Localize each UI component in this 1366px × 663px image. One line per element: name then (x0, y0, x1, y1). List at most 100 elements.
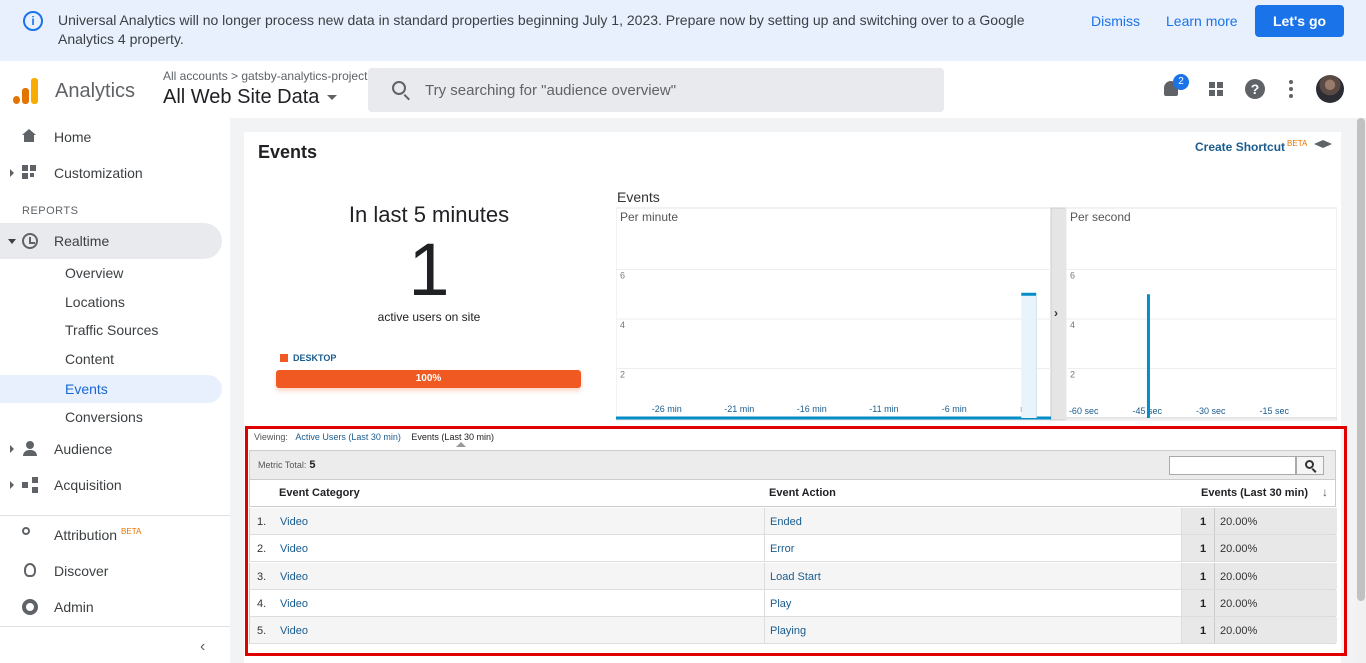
cell-divider (764, 617, 765, 644)
sidebar-divider (0, 626, 230, 627)
create-shortcut-button[interactable]: Create Shortcut BETA (1195, 139, 1307, 154)
sidebar-subitem-label: Locations (65, 294, 125, 310)
sidebar-item-audience[interactable]: Audience (0, 431, 222, 467)
event-percent: 20.00% (1220, 625, 1258, 638)
y-tick-label: 4 (1070, 320, 1075, 330)
expand-chevron-icon: › (1054, 306, 1058, 320)
table-search-input[interactable] (1169, 456, 1296, 475)
sidebar-subitem-events[interactable]: Events (0, 375, 222, 403)
view-events-current: Events (Last 30 min) (411, 432, 494, 442)
acquisition-icon (22, 477, 38, 493)
caret-up-icon (456, 442, 466, 447)
x-tick-label: -60 sec (1069, 406, 1099, 416)
table-row: 5. Video Playing 1 20.00% (249, 617, 1337, 645)
sidebar-item-label: Discover (54, 563, 109, 579)
property-name: All Web Site Data (163, 86, 320, 108)
top-header: Analytics All accounts > gatsby-analytic… (0, 61, 1366, 118)
events-charts: › Per minute 2 4 6 -26 min -21 min -16 min -11 m… (616, 207, 1337, 421)
cell-divider (1214, 535, 1215, 562)
cell-divider (764, 589, 765, 616)
event-percent: 20.00% (1220, 597, 1258, 610)
metric-total: Metric Total: 5 (258, 459, 315, 471)
event-action-link[interactable]: Ended (770, 516, 802, 528)
apps-grid-icon[interactable] (1204, 77, 1228, 101)
cell-divider (1214, 562, 1215, 589)
help-button[interactable]: ? (1243, 77, 1267, 101)
event-count: 1 (1200, 570, 1207, 583)
notifications-button[interactable]: 2 (1160, 74, 1189, 101)
column-header-events[interactable]: Events (Last 30 min) (1201, 487, 1308, 499)
event-action-link[interactable]: Error (770, 543, 794, 555)
column-header-event-action[interactable]: Event Action (769, 487, 836, 499)
row-number: 5. (257, 625, 267, 638)
row-number: 2. (257, 543, 267, 556)
event-count: 1 (1200, 625, 1207, 638)
clock-icon (22, 233, 38, 249)
view-active-users-link[interactable]: Active Users (Last 30 min) (295, 432, 401, 442)
sidebar-item-label: Audience (54, 441, 113, 457)
sidebar-subitem-label: Traffic Sources (65, 322, 159, 338)
search-bar[interactable] (368, 68, 944, 112)
metric-total-label: Metric Total: (258, 460, 307, 470)
sidebar-item-home[interactable]: Home (0, 119, 222, 155)
sort-arrow-icon[interactable]: ↓ (1322, 485, 1328, 499)
account-breadcrumb[interactable]: All accounts > gatsby-analytics-project (163, 69, 367, 83)
sidebar-item-acquisition[interactable]: Acquisition (0, 467, 222, 503)
y-tick-label: 4 (620, 320, 625, 330)
sidebar-item-discover[interactable]: Discover (0, 553, 222, 589)
sidebar-item-admin[interactable]: Admin (0, 589, 222, 625)
learn-more-link[interactable]: Learn more (1166, 13, 1238, 29)
home-icon (22, 129, 36, 142)
event-action-link[interactable]: Playing (770, 625, 806, 637)
event-category-link[interactable]: Video (280, 571, 308, 583)
dismiss-button[interactable]: Dismiss (1091, 13, 1140, 29)
property-selector[interactable]: All Web Site Data (163, 86, 338, 109)
sidebar-item-customization[interactable]: Customization (0, 155, 222, 191)
x-tick-label: -6 min (942, 404, 967, 414)
avatar[interactable] (1316, 75, 1344, 103)
x-tick-label: -15 sec (1259, 406, 1289, 416)
table-search-button[interactable] (1296, 456, 1324, 475)
sidebar-subitem-locations[interactable]: Locations (0, 288, 222, 316)
x-tick-label: -30 sec (1196, 406, 1226, 416)
sidebar-divider (0, 515, 230, 516)
sidebar-item-label: Customization (54, 165, 143, 181)
x-tick-label: -16 min (797, 404, 827, 414)
sidebar-subitem-overview[interactable]: Overview (0, 259, 222, 287)
sidebar-subitem-traffic-sources[interactable]: Traffic Sources (0, 316, 222, 344)
beta-badge: BETA (1287, 139, 1308, 148)
event-category-link[interactable]: Video (280, 516, 308, 528)
expand-arrow-icon (10, 169, 14, 177)
event-category-link[interactable]: Video (280, 543, 308, 555)
page-title: Events (258, 142, 318, 162)
column-header-event-category[interactable]: Event Category (279, 487, 360, 499)
event-category-link[interactable]: Video (280, 598, 308, 610)
scrollbar-thumb[interactable] (1357, 118, 1365, 601)
x-tick-label: -11 min (869, 404, 898, 414)
page-scrollbar[interactable] (1356, 118, 1366, 663)
analytics-logo-icon[interactable] (13, 78, 39, 104)
cell-divider (1214, 589, 1215, 616)
more-options-icon[interactable] (1281, 77, 1305, 101)
sidebar: Home Customization REPORTS Realtime Over… (0, 118, 230, 663)
desktop-swatch (280, 354, 288, 362)
sidebar-item-realtime[interactable]: Realtime (0, 223, 222, 259)
chart-title: Events (617, 189, 660, 205)
sidebar-subitem-label: Events (65, 381, 108, 397)
event-action-link[interactable]: Load Start (770, 571, 821, 583)
y-tick-label: 6 (620, 271, 625, 281)
event-category-link[interactable]: Video (280, 625, 308, 637)
sidebar-item-label: Attribution BETA (54, 527, 141, 543)
collapse-sidebar-icon[interactable]: ‹ (200, 638, 212, 655)
search-input[interactable] (425, 80, 925, 100)
table-header: Event Category Event Action Events (Last… (249, 480, 1336, 507)
sidebar-item-attribution[interactable]: Attribution BETA (0, 517, 222, 553)
deprecation-banner: i Universal Analytics will no longer pro… (0, 0, 1366, 61)
event-action-link[interactable]: Play (770, 598, 791, 610)
cell-divider (764, 535, 765, 562)
sidebar-subitem-content[interactable]: Content (0, 345, 222, 373)
lets-go-button[interactable]: Let's go (1255, 5, 1344, 37)
sidebar-subitem-conversions[interactable]: Conversions (0, 403, 222, 431)
table-row: 1. Video Ended 1 20.00% (249, 508, 1337, 535)
desktop-share-bar: 100% (276, 370, 581, 388)
